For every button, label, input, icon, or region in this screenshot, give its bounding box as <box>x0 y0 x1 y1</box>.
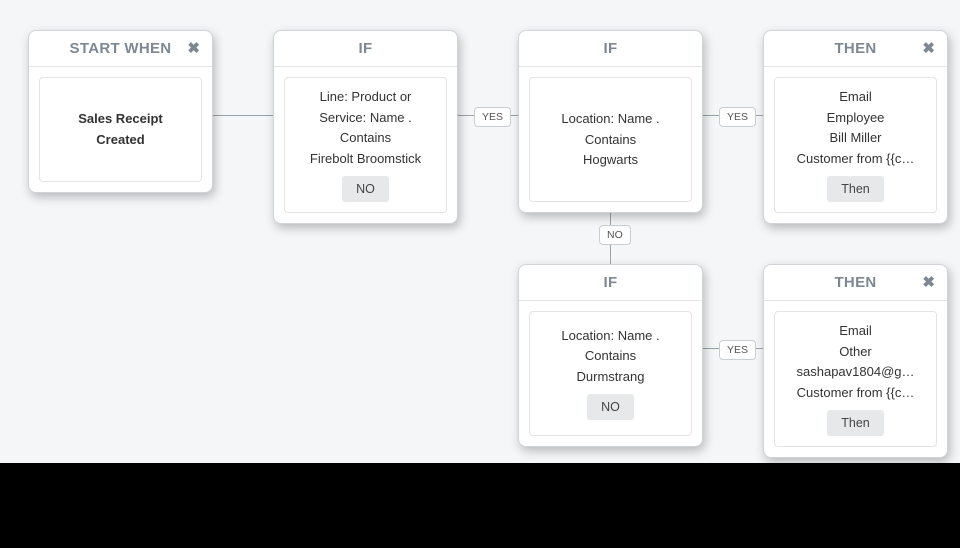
text-line: Other <box>839 343 872 361</box>
text-line: Durmstrang <box>577 368 645 386</box>
node-then-email-employee[interactable]: THEN ✖ Email Employee Bill Miller Custom… <box>763 30 948 224</box>
close-icon[interactable]: ✖ <box>187 39 200 57</box>
footer-bar <box>0 463 960 548</box>
then-button[interactable]: Then <box>827 176 884 202</box>
node-title: START WHEN <box>70 40 172 57</box>
close-icon[interactable]: ✖ <box>922 273 935 291</box>
text-line: Created <box>96 131 144 149</box>
text-line: Service: Name . <box>319 109 411 127</box>
node-if-durmstrang[interactable]: IF Location: Name . Contains Durmstrang … <box>518 264 703 447</box>
text-line: Location: Name . <box>561 110 659 128</box>
node-then-email-other[interactable]: THEN ✖ Email Other sashapav1804@g… Custo… <box>763 264 948 458</box>
text-line: Contains <box>585 347 636 365</box>
node-header: IF <box>274 31 457 67</box>
node-title: IF <box>359 40 373 57</box>
node-title: THEN <box>834 274 876 291</box>
node-header: START WHEN ✖ <box>29 31 212 67</box>
no-button[interactable]: NO <box>342 176 389 202</box>
node-content: Location: Name . Contains Hogwarts <box>529 77 692 202</box>
node-header: THEN ✖ <box>764 265 947 301</box>
badge-no: NO <box>599 225 631 245</box>
close-icon[interactable]: ✖ <box>922 39 935 57</box>
badge-yes: YES <box>719 107 756 127</box>
text-line: Employee <box>827 109 885 127</box>
node-header: IF <box>519 265 702 301</box>
node-if-hogwarts[interactable]: IF Location: Name . Contains Hogwarts <box>518 30 703 213</box>
node-start-when[interactable]: START WHEN ✖ Sales Receipt Created <box>28 30 213 193</box>
then-button[interactable]: Then <box>827 410 884 436</box>
node-title: IF <box>604 40 618 57</box>
text-line: Bill Miller <box>830 129 882 147</box>
text-line: Hogwarts <box>583 151 638 169</box>
text-line: Customer from {{c… <box>797 150 915 168</box>
badge-yes: YES <box>474 107 511 127</box>
text-line: Firebolt Broomstick <box>310 150 421 168</box>
no-button[interactable]: NO <box>587 394 634 420</box>
node-title: THEN <box>834 40 876 57</box>
text-line: Contains <box>340 129 391 147</box>
node-content: Sales Receipt Created <box>39 77 202 182</box>
node-content: Line: Product or Service: Name . Contain… <box>284 77 447 213</box>
node-content: Location: Name . Contains Durmstrang NO <box>529 311 692 436</box>
text-line: Sales Receipt <box>78 110 163 128</box>
text-line: Customer from {{c… <box>797 384 915 402</box>
node-if-product[interactable]: IF Line: Product or Service: Name . Cont… <box>273 30 458 224</box>
node-header: THEN ✖ <box>764 31 947 67</box>
node-title: IF <box>604 274 618 291</box>
text-line: Contains <box>585 131 636 149</box>
node-content: Email Employee Bill Miller Customer from… <box>774 77 937 213</box>
connector <box>213 115 273 116</box>
text-line: Email <box>839 88 872 106</box>
text-line: Line: Product or <box>320 88 412 106</box>
badge-yes: YES <box>719 340 756 360</box>
node-header: IF <box>519 31 702 67</box>
text-line: Email <box>839 322 872 340</box>
node-content: Email Other sashapav1804@g… Customer fro… <box>774 311 937 447</box>
text-line: sashapav1804@g… <box>797 363 915 381</box>
text-line: Location: Name . <box>561 327 659 345</box>
